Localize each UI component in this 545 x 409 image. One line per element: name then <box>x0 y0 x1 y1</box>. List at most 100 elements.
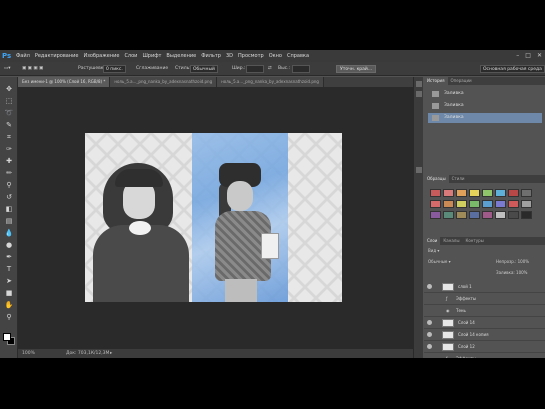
swatches-tab[interactable]: Стили <box>449 175 468 183</box>
workspace-select[interactable]: Основная рабочая среда <box>480 65 545 73</box>
color-swatch[interactable] <box>521 211 532 219</box>
fill-control[interactable]: Заливка: 100% <box>496 269 527 277</box>
history-panel-icon[interactable] <box>416 81 422 87</box>
gradient-tool-icon[interactable]: ▤ <box>4 217 14 226</box>
width-input[interactable] <box>246 65 264 73</box>
color-swatch[interactable] <box>469 211 480 219</box>
menu-item[interactable]: Редактирование <box>35 53 79 59</box>
menu-item[interactable]: Справка <box>287 53 309 59</box>
opacity-control[interactable]: Непрозр.: 100% <box>496 258 529 266</box>
lasso-tool-icon[interactable]: ➰ <box>4 109 14 118</box>
color-swatch[interactable] <box>443 200 454 208</box>
status-arrow-icon[interactable]: ▸ <box>110 349 112 358</box>
layers-tab[interactable]: Слои <box>424 237 441 245</box>
eye-icon[interactable] <box>427 320 432 325</box>
eye-icon[interactable] <box>427 332 432 337</box>
color-swatch[interactable] <box>430 200 441 208</box>
crop-tool-icon[interactable]: ⌗ <box>4 133 14 142</box>
color-swatch[interactable] <box>443 189 454 197</box>
swap-icon[interactable]: ⇄ <box>268 65 272 73</box>
hand-tool-icon[interactable]: ✋ <box>4 301 14 310</box>
effects-icon[interactable]: ƒ <box>446 293 447 305</box>
canvas-area[interactable] <box>18 87 413 349</box>
color-swatch[interactable] <box>508 211 519 219</box>
layer-row[interactable]: ◉ Тень <box>424 305 545 317</box>
healing-brush-tool-icon[interactable]: ✚ <box>4 157 14 166</box>
color-swatch[interactable] <box>482 200 493 208</box>
maximize-icon[interactable]: □ <box>525 52 531 59</box>
color-swatch[interactable] <box>495 189 506 197</box>
style-select[interactable]: Обычный <box>190 65 218 73</box>
color-swatch[interactable] <box>469 200 480 208</box>
color-swatch[interactable] <box>456 189 467 197</box>
properties-panel-icon[interactable] <box>416 167 422 173</box>
marquee-tool-icon[interactable]: ⬚ <box>4 97 14 106</box>
selection-mode-icons[interactable]: ▣ ▣ ▣ ▣ <box>22 65 43 73</box>
color-swatch[interactable] <box>495 211 506 219</box>
document-tab[interactable]: ноль_5.а..._png_nanka_by_adexnasnathzoid… <box>110 77 218 87</box>
swatches-tab[interactable]: Образцы <box>424 175 449 183</box>
pen-tool-icon[interactable]: ✒ <box>4 253 14 262</box>
layer-row[interactable]: Слой 12 <box>424 341 545 353</box>
color-swatch[interactable] <box>482 211 493 219</box>
quick-select-tool-icon[interactable]: ✎ <box>4 121 14 130</box>
move-tool-icon[interactable]: ✥ <box>4 85 14 94</box>
color-swatch[interactable] <box>482 189 493 197</box>
layer-row[interactable]: ƒ Эффекты <box>424 293 545 305</box>
color-swatch[interactable] <box>508 189 519 197</box>
color-swatch[interactable] <box>521 200 532 208</box>
feather-input[interactable]: 0 пикс. <box>103 65 126 73</box>
layer-row[interactable]: Слой 14 <box>424 317 545 329</box>
actions-panel-icon[interactable] <box>416 91 422 97</box>
shape-tool-icon[interactable]: ■ <box>4 289 14 298</box>
fill-value[interactable]: 100% <box>516 270 527 275</box>
opacity-value[interactable]: 100% <box>518 259 529 264</box>
eye-icon[interactable] <box>427 284 432 289</box>
history-step[interactable]: Заливка <box>428 101 542 111</box>
effect-eye-icon[interactable]: ◉ <box>446 305 450 317</box>
history-step[interactable]: Заливка <box>428 89 542 99</box>
marquee-tool-icon[interactable]: ▭▾ <box>4 65 11 73</box>
antialias-checkbox-label[interactable]: Сглаживание <box>136 65 168 73</box>
color-swatch[interactable] <box>521 189 532 197</box>
zoom-tool-icon[interactable]: ⚲ <box>4 313 14 322</box>
menu-item[interactable]: Шрифт <box>142 53 161 59</box>
layer-filter-select[interactable]: Вид ▾ <box>428 247 439 255</box>
foreground-color-swatch[interactable] <box>3 333 11 341</box>
menu-item[interactable]: Файл <box>16 53 30 59</box>
color-swatch[interactable] <box>443 211 454 219</box>
document-tab[interactable]: Без имени-1 @ 100% (Слой 16, RGB/8) * <box>18 77 111 87</box>
layer-row[interactable]: слой 1 <box>424 281 545 293</box>
layer-row[interactable]: Слой 14 копия <box>424 329 545 341</box>
height-input[interactable] <box>292 65 310 73</box>
color-swatch[interactable] <box>430 189 441 197</box>
blend-mode-select[interactable]: Обычные ▾ <box>428 258 451 266</box>
menu-item[interactable]: Окно <box>269 53 282 59</box>
blur-tool-icon[interactable]: 💧 <box>4 229 14 238</box>
history-tab[interactable]: История <box>424 77 448 85</box>
layers-tab[interactable]: Контуры <box>462 237 486 245</box>
eye-icon[interactable] <box>427 344 432 349</box>
menu-item[interactable]: Слои <box>124 53 137 59</box>
menu-item[interactable]: 3D <box>226 53 233 59</box>
menu-item[interactable]: Выделение <box>166 53 196 59</box>
history-step[interactable]: Заливка <box>428 113 542 123</box>
menu-item[interactable]: Фильтр <box>201 53 221 59</box>
history-brush-tool-icon[interactable]: ↺ <box>4 193 14 202</box>
color-swatch[interactable] <box>495 200 506 208</box>
layer-row[interactable]: ƒ Эффекты <box>424 353 545 358</box>
eyedropper-tool-icon[interactable]: ✑ <box>4 145 14 154</box>
document-canvas[interactable] <box>85 133 342 302</box>
history-tab[interactable]: Операции <box>448 77 475 85</box>
clone-stamp-tool-icon[interactable]: ⚲ <box>4 181 14 190</box>
document-tab[interactable]: ноль_5.а..._png_nanka_by_adexnasnathzoid… <box>217 77 324 87</box>
color-swatch[interactable] <box>430 211 441 219</box>
menu-item[interactable]: Просмотр <box>238 53 264 59</box>
color-swatch[interactable] <box>469 189 480 197</box>
path-select-tool-icon[interactable]: ➤ <box>4 277 14 286</box>
effects-icon[interactable]: ƒ <box>446 353 447 358</box>
type-tool-icon[interactable]: T <box>4 265 14 274</box>
dodge-tool-icon[interactable]: ● <box>4 241 14 250</box>
layers-tab[interactable]: Каналы <box>440 237 462 245</box>
minimize-icon[interactable]: – <box>516 52 519 59</box>
